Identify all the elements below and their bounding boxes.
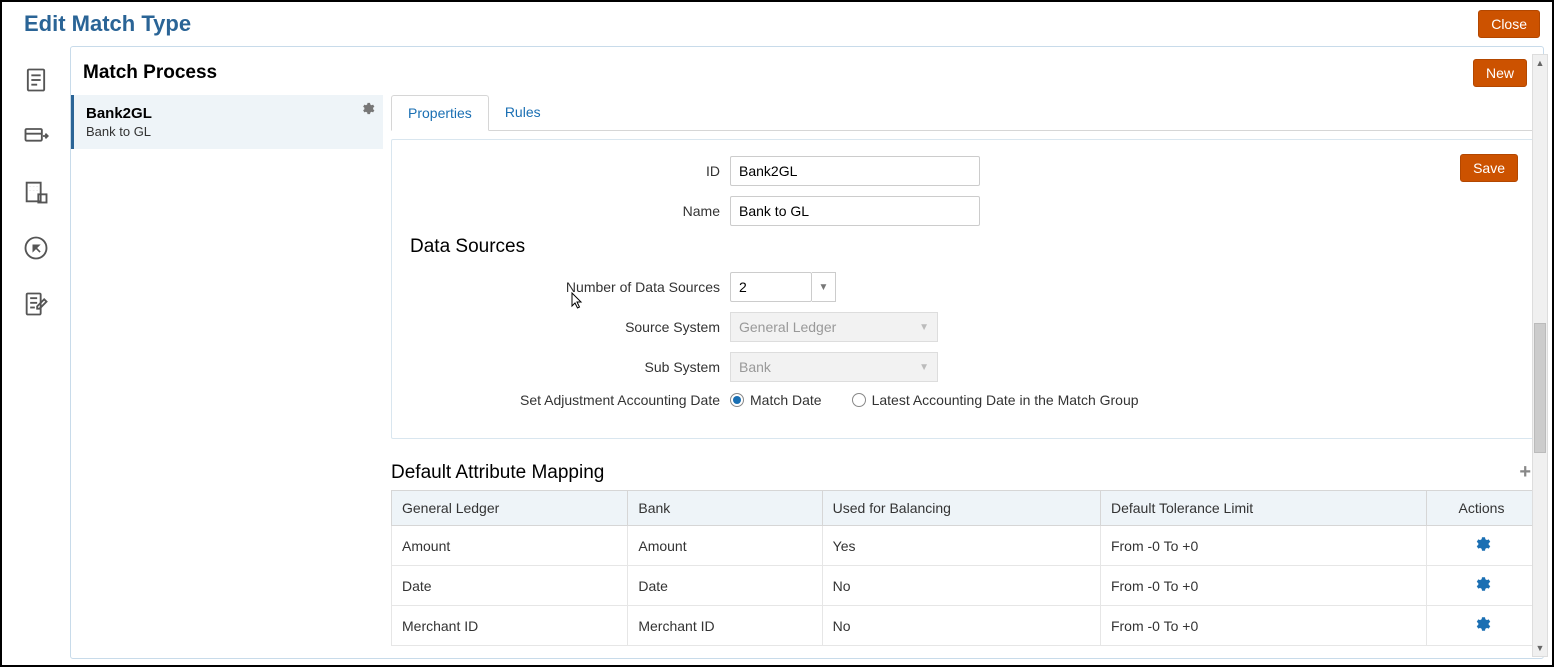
new-button[interactable]: New <box>1473 59 1527 87</box>
process-name: Bank2GL <box>86 105 371 122</box>
save-button[interactable]: Save <box>1460 154 1518 182</box>
radio-unchecked-icon <box>852 393 866 407</box>
cell-tolerance: From -0 To +0 <box>1100 526 1426 566</box>
cursor-circle-icon[interactable] <box>22 234 50 262</box>
data-sources-heading: Data Sources <box>410 236 1518 258</box>
id-label: ID <box>410 163 730 179</box>
transfer-icon[interactable] <box>22 122 50 150</box>
vertical-scrollbar[interactable]: ▲ ▼ <box>1532 54 1548 657</box>
edit-doc-icon[interactable] <box>22 290 50 318</box>
col-general-ledger: General Ledger <box>392 491 628 526</box>
col-bank: Bank <box>628 491 822 526</box>
cell-gl: Merchant ID <box>392 606 628 646</box>
adjustment-date-label: Set Adjustment Accounting Date <box>410 392 730 408</box>
num-sources-input[interactable] <box>730 272 812 302</box>
mapping-heading: Default Attribute Mapping <box>391 462 604 484</box>
cell-bank: Merchant ID <box>628 606 822 646</box>
process-gear-icon[interactable] <box>360 101 375 119</box>
name-input[interactable] <box>730 196 980 226</box>
scroll-thumb[interactable] <box>1534 323 1546 453</box>
process-list: Bank2GL Bank to GL <box>71 95 391 658</box>
sub-system-select: Bank ▼ <box>730 352 938 382</box>
process-item-bank2gl[interactable]: Bank2GL Bank to GL <box>71 95 383 149</box>
document-icon[interactable] <box>22 66 50 94</box>
radio-latest-label: Latest Accounting Date in the Match Grou… <box>872 392 1139 408</box>
building-icon[interactable] <box>22 178 50 206</box>
cell-balancing: No <box>822 606 1100 646</box>
sub-system-label: Sub System <box>410 359 730 375</box>
col-actions: Actions <box>1427 491 1537 526</box>
name-label: Name <box>410 203 730 219</box>
cell-balancing: Yes <box>822 526 1100 566</box>
scroll-up-icon[interactable]: ▲ <box>1533 55 1547 71</box>
chevron-down-icon: ▼ <box>919 322 929 333</box>
mapping-table: General Ledger Bank Used for Balancing D… <box>391 490 1537 646</box>
cell-bank: Amount <box>628 526 822 566</box>
source-system-select: General Ledger ▼ <box>730 312 938 342</box>
tabs-bar: Properties Rules <box>391 95 1537 131</box>
process-desc: Bank to GL <box>86 124 371 139</box>
cell-tolerance: From -0 To +0 <box>1100 606 1426 646</box>
source-system-label: Source System <box>410 319 730 335</box>
tab-rules[interactable]: Rules <box>489 95 557 130</box>
radio-match-date[interactable]: Match Date <box>730 392 822 408</box>
table-row: DateDateNoFrom -0 To +0 <box>392 566 1537 606</box>
table-row: AmountAmountYesFrom -0 To +0 <box>392 526 1537 566</box>
source-system-value: General Ledger <box>739 319 836 335</box>
close-button[interactable]: Close <box>1478 10 1540 38</box>
row-gear-icon[interactable] <box>1473 575 1491 593</box>
scroll-down-icon[interactable]: ▼ <box>1533 640 1547 656</box>
match-process-heading: Match Process <box>83 62 217 84</box>
cell-balancing: No <box>822 566 1100 606</box>
col-tolerance: Default Tolerance Limit <box>1100 491 1426 526</box>
table-row: Merchant IDMerchant IDNoFrom -0 To +0 <box>392 606 1537 646</box>
radio-match-date-label: Match Date <box>750 392 822 408</box>
cell-bank: Date <box>628 566 822 606</box>
properties-panel: Save ID Name Data Sources Number of Data… <box>391 139 1537 439</box>
col-balancing: Used for Balancing <box>822 491 1100 526</box>
num-sources-label: Number of Data Sources <box>410 279 730 295</box>
tab-properties[interactable]: Properties <box>391 95 489 131</box>
row-gear-icon[interactable] <box>1473 615 1491 633</box>
id-input[interactable] <box>730 156 980 186</box>
left-nav-rail <box>2 46 70 663</box>
cell-gl: Amount <box>392 526 628 566</box>
radio-latest-date[interactable]: Latest Accounting Date in the Match Grou… <box>852 392 1139 408</box>
page-title: Edit Match Type <box>24 11 191 37</box>
num-sources-dropdown-icon[interactable]: ▼ <box>812 272 836 302</box>
row-gear-icon[interactable] <box>1473 535 1491 553</box>
cell-tolerance: From -0 To +0 <box>1100 566 1426 606</box>
sub-system-value: Bank <box>739 359 771 375</box>
chevron-down-icon: ▼ <box>919 362 929 373</box>
cell-gl: Date <box>392 566 628 606</box>
radio-checked-icon <box>730 393 744 407</box>
